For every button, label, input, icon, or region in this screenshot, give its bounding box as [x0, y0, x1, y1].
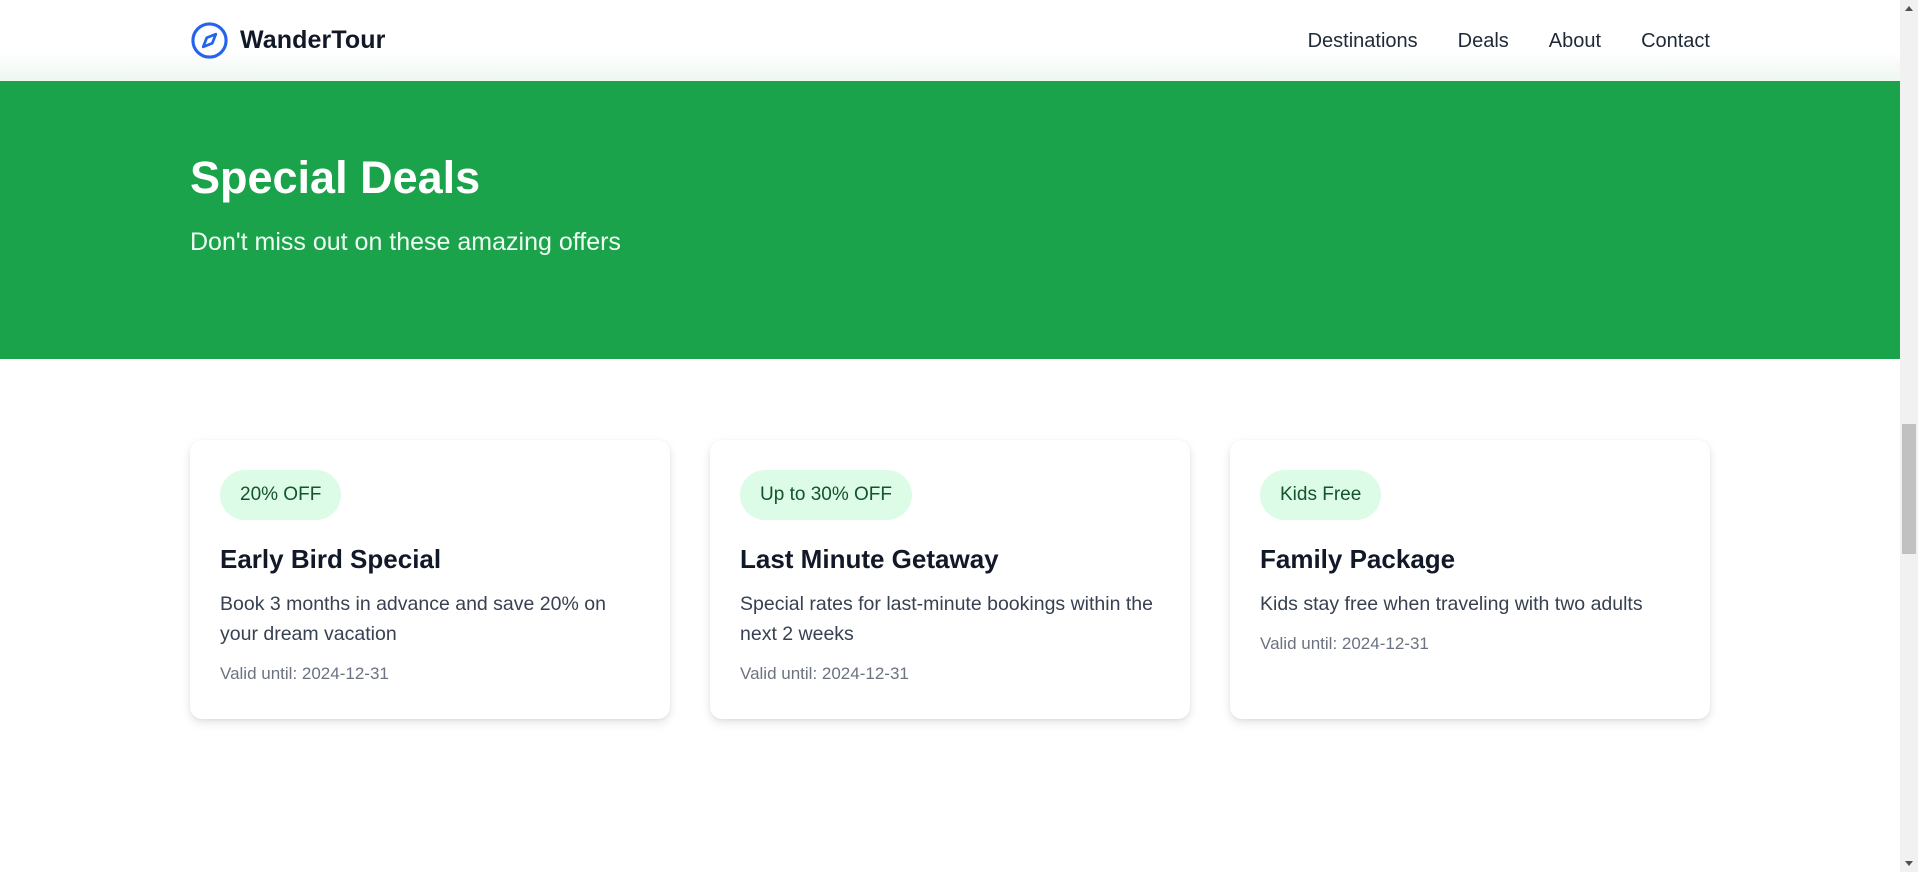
deal-description: Book 3 months in advance and save 20% on…	[220, 593, 606, 646]
scroll-down-arrow-icon[interactable]	[1900, 855, 1918, 872]
discount-badge: Kids Free	[1260, 470, 1382, 520]
scrollbar-thumb[interactable]	[1902, 424, 1916, 554]
deal-title: Early Bird Special	[220, 544, 442, 574]
main-nav: Destinations Deals About Contact	[1268, 28, 1710, 54]
deal-title: Family Package	[1260, 544, 1456, 574]
deal-valid-until: Valid until: 2024-12-31	[1260, 634, 1429, 654]
page-subtitle: Don't miss out on these amazing offers	[190, 228, 621, 256]
header-container: WanderTour Destinations Deals About Cont…	[190, 0, 1710, 81]
site-header: WanderTour Destinations Deals About Cont…	[0, 0, 1900, 81]
nav-link-contact[interactable]: Contact	[1641, 28, 1710, 54]
page-title: Special Deals	[190, 152, 481, 203]
nav-link-destinations[interactable]: Destinations	[1308, 28, 1418, 54]
brand-name: WanderTour	[240, 25, 386, 54]
nav-link-about[interactable]: About	[1549, 28, 1601, 54]
deal-valid-until: Valid until: 2024-12-31	[740, 664, 909, 684]
deal-description: Special rates for last-minute bookings w…	[740, 593, 1153, 646]
deal-card-family[interactable]: Kids Free Family Package Kids stay free …	[1230, 440, 1710, 719]
page: WanderTour Destinations Deals About Cont…	[0, 0, 1900, 872]
nav-link-deals[interactable]: Deals	[1458, 28, 1509, 54]
deal-title: Last Minute Getaway	[740, 544, 999, 574]
deal-description: Kids stay free when traveling with two a…	[1260, 593, 1643, 616]
vertical-scrollbar[interactable]	[1900, 0, 1918, 872]
deal-card-last-minute[interactable]: Up to 30% OFF Last Minute Getaway Specia…	[710, 440, 1190, 719]
scroll-up-arrow-icon[interactable]	[1900, 0, 1918, 17]
hero-banner: Special Deals Don't miss out on these am…	[0, 81, 1900, 359]
discount-badge: 20% OFF	[220, 470, 342, 520]
deal-card-early-bird[interactable]: 20% OFF Early Bird Special Book 3 months…	[190, 440, 670, 719]
compass-icon	[191, 21, 228, 59]
deals-grid: 20% OFF Early Bird Special Book 3 months…	[190, 440, 1710, 720]
deal-valid-until: Valid until: 2024-12-31	[220, 664, 389, 684]
brand-logo[interactable]: WanderTour	[190, 20, 385, 60]
discount-badge: Up to 30% OFF	[740, 470, 912, 520]
